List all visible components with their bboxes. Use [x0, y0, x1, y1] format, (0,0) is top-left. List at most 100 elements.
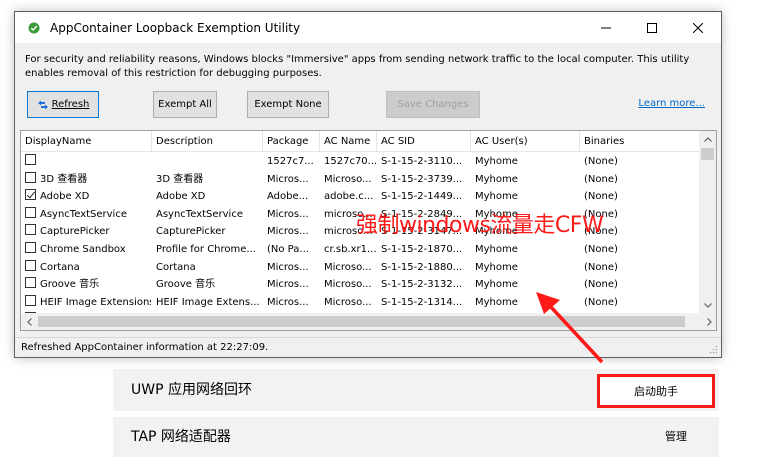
column-header-description[interactable]: Description: [152, 131, 263, 151]
horizontal-scrollbar[interactable]: [21, 313, 716, 330]
shield-check-icon: [28, 22, 40, 34]
display-name-text: CapturePicker: [40, 226, 110, 238]
table-row[interactable]: Adobe XD Adobe XD Adobe... adobe.c... S-1-15…: [21, 188, 711, 206]
table-cell: S-1-15-2-3110...: [381, 156, 463, 167]
table-row[interactable]: 3D 查看器 3D 查看器 Micros... Microso... S-1-15-2-…: [21, 171, 711, 189]
scroll-up-button[interactable]: [699, 131, 716, 148]
exempt-all-button[interactable]: Exempt All: [153, 91, 217, 118]
display-name-text: Adobe XD: [40, 191, 90, 203]
table-cell: Myhome: [475, 173, 518, 185]
learn-more-link[interactable]: Learn more...: [638, 98, 705, 109]
exempt-checkbox[interactable]: [25, 154, 36, 165]
exempt-checkbox[interactable]: [25, 189, 36, 201]
column-header-displayname[interactable]: DisplayName: [21, 131, 152, 151]
save-changes-button[interactable]: Save Changes: [386, 91, 480, 118]
grid-header: DisplayName Description Package AC Name …: [21, 131, 711, 152]
table-cell: Micros...: [267, 173, 309, 185]
close-icon: [693, 22, 703, 33]
chevron-right-icon: [707, 317, 712, 326]
status-text: Refreshed AppContainer information at 22…: [21, 342, 269, 353]
column-header-ac-name[interactable]: AC Name: [320, 131, 377, 151]
scroll-right-button[interactable]: [701, 313, 716, 330]
table-cell: Adobe...: [267, 191, 309, 203]
refresh-label: Refresh: [51, 99, 90, 110]
display-name-text: Cortana: [40, 261, 80, 273]
exempt-checkbox[interactable]: [25, 171, 36, 183]
status-bar: Refreshed AppContainer information at 22…: [15, 337, 721, 357]
exempt-none-button[interactable]: Exempt None: [247, 91, 329, 118]
exempt-checkbox[interactable]: [25, 224, 36, 236]
table-row[interactable]: Cortana Cortana Micros... Microso... S-1-15-…: [21, 259, 711, 277]
table-cell: (None): [584, 156, 618, 167]
table-cell: Myhome: [475, 191, 518, 203]
exempt-checkbox[interactable]: [25, 277, 36, 289]
exempt-checkbox[interactable]: [25, 241, 36, 253]
display-name-text: Groove 音乐: [40, 279, 100, 291]
refresh-button[interactable]: Refresh: [27, 91, 99, 118]
table-cell: (None): [584, 191, 618, 203]
table-cell: [21, 153, 152, 171]
tap-adapter-row: TAP 网络适配器 管理: [113, 417, 719, 457]
table-cell: Micros...: [267, 261, 309, 273]
table-cell: 3D 查看器: [21, 171, 152, 189]
uwp-loopback-label: UWP 应用网络回环: [131, 382, 252, 398]
table-cell: (No Pa...: [267, 243, 309, 255]
table-cell: S-1-15-2-1880...: [381, 261, 463, 273]
column-header-ac-users[interactable]: AC User(s): [471, 131, 580, 151]
table-cell: Micros...: [267, 296, 309, 308]
scroll-down-button[interactable]: [699, 297, 716, 314]
maximize-button[interactable]: [629, 12, 675, 43]
manage-button[interactable]: 管理: [665, 417, 687, 457]
table-cell: HEIF Image Extens...: [156, 296, 260, 308]
table-cell: Microso...: [324, 279, 372, 291]
chevron-up-icon: [703, 137, 712, 142]
table-cell: cr.sb.xr1...: [324, 243, 377, 255]
scroll-left-button[interactable]: [21, 313, 38, 330]
table-row[interactable]: Chrome Sandbox Profile for Chrome... (No P…: [21, 241, 711, 259]
table-cell: Adobe XD: [21, 188, 152, 206]
table-cell: [152, 153, 263, 171]
table-cell: CapturePicker: [21, 223, 152, 241]
table-cell: 1527c7...: [267, 156, 314, 167]
close-button[interactable]: [675, 12, 721, 43]
table-cell: Myhome: [475, 243, 518, 255]
display-name-text: Chrome Sandbox: [40, 243, 126, 255]
table-cell: S-1-15-2-3132...: [381, 279, 463, 291]
exempt-checkbox[interactable]: [25, 206, 36, 218]
table-cell: adobe.c...: [324, 191, 374, 203]
launch-helper-button[interactable]: 启动助手: [597, 374, 715, 408]
column-header-binaries[interactable]: Binaries: [580, 131, 711, 151]
table-cell: Micros...: [267, 279, 309, 291]
table-cell: AsyncTextService: [156, 208, 243, 220]
table-cell: (None): [584, 173, 618, 185]
column-header-package[interactable]: Package: [263, 131, 320, 151]
minimize-icon: [601, 23, 611, 33]
chevron-down-icon: [703, 303, 712, 308]
table-cell: S-1-15-2-1870...: [381, 243, 463, 255]
column-header-ac-sid[interactable]: AC SID: [377, 131, 471, 151]
resize-grip-icon[interactable]: [709, 345, 718, 354]
table-cell: CapturePicker: [156, 226, 226, 238]
maximize-icon: [647, 22, 657, 33]
table-cell: Cortana: [21, 259, 152, 277]
table-cell: S-1-15-2-1314...: [381, 296, 463, 308]
table-cell: Microso...: [324, 261, 372, 273]
window-title: AppContainer Loopback Exemption Utility: [50, 20, 301, 35]
table-cell: Micros...: [267, 208, 309, 220]
table-row[interactable]: 1527c7... 1527c70... S-1-15-2-3110... Myhom…: [21, 153, 711, 171]
table-cell: Groove 音乐: [21, 276, 152, 294]
table-cell: Adobe XD: [156, 191, 206, 203]
annotation-text: 强制windows流量走CFW: [356, 213, 604, 238]
table-cell: Chrome Sandbox: [21, 241, 152, 259]
exempt-checkbox[interactable]: [25, 294, 36, 306]
exempt-checkbox[interactable]: [25, 259, 36, 271]
display-name-text: 3D 查看器: [40, 173, 88, 185]
vertical-scroll-thumb[interactable]: [701, 148, 714, 160]
table-cell: Microso...: [324, 296, 372, 308]
vertical-scrollbar[interactable]: [699, 131, 716, 314]
table-cell: Myhome: [475, 156, 518, 167]
description-text: For security and reliability reasons, Wi…: [25, 54, 690, 79]
refresh-icon: [37, 100, 49, 110]
annotation-arrow-icon: [536, 292, 604, 364]
minimize-button[interactable]: [583, 12, 629, 43]
